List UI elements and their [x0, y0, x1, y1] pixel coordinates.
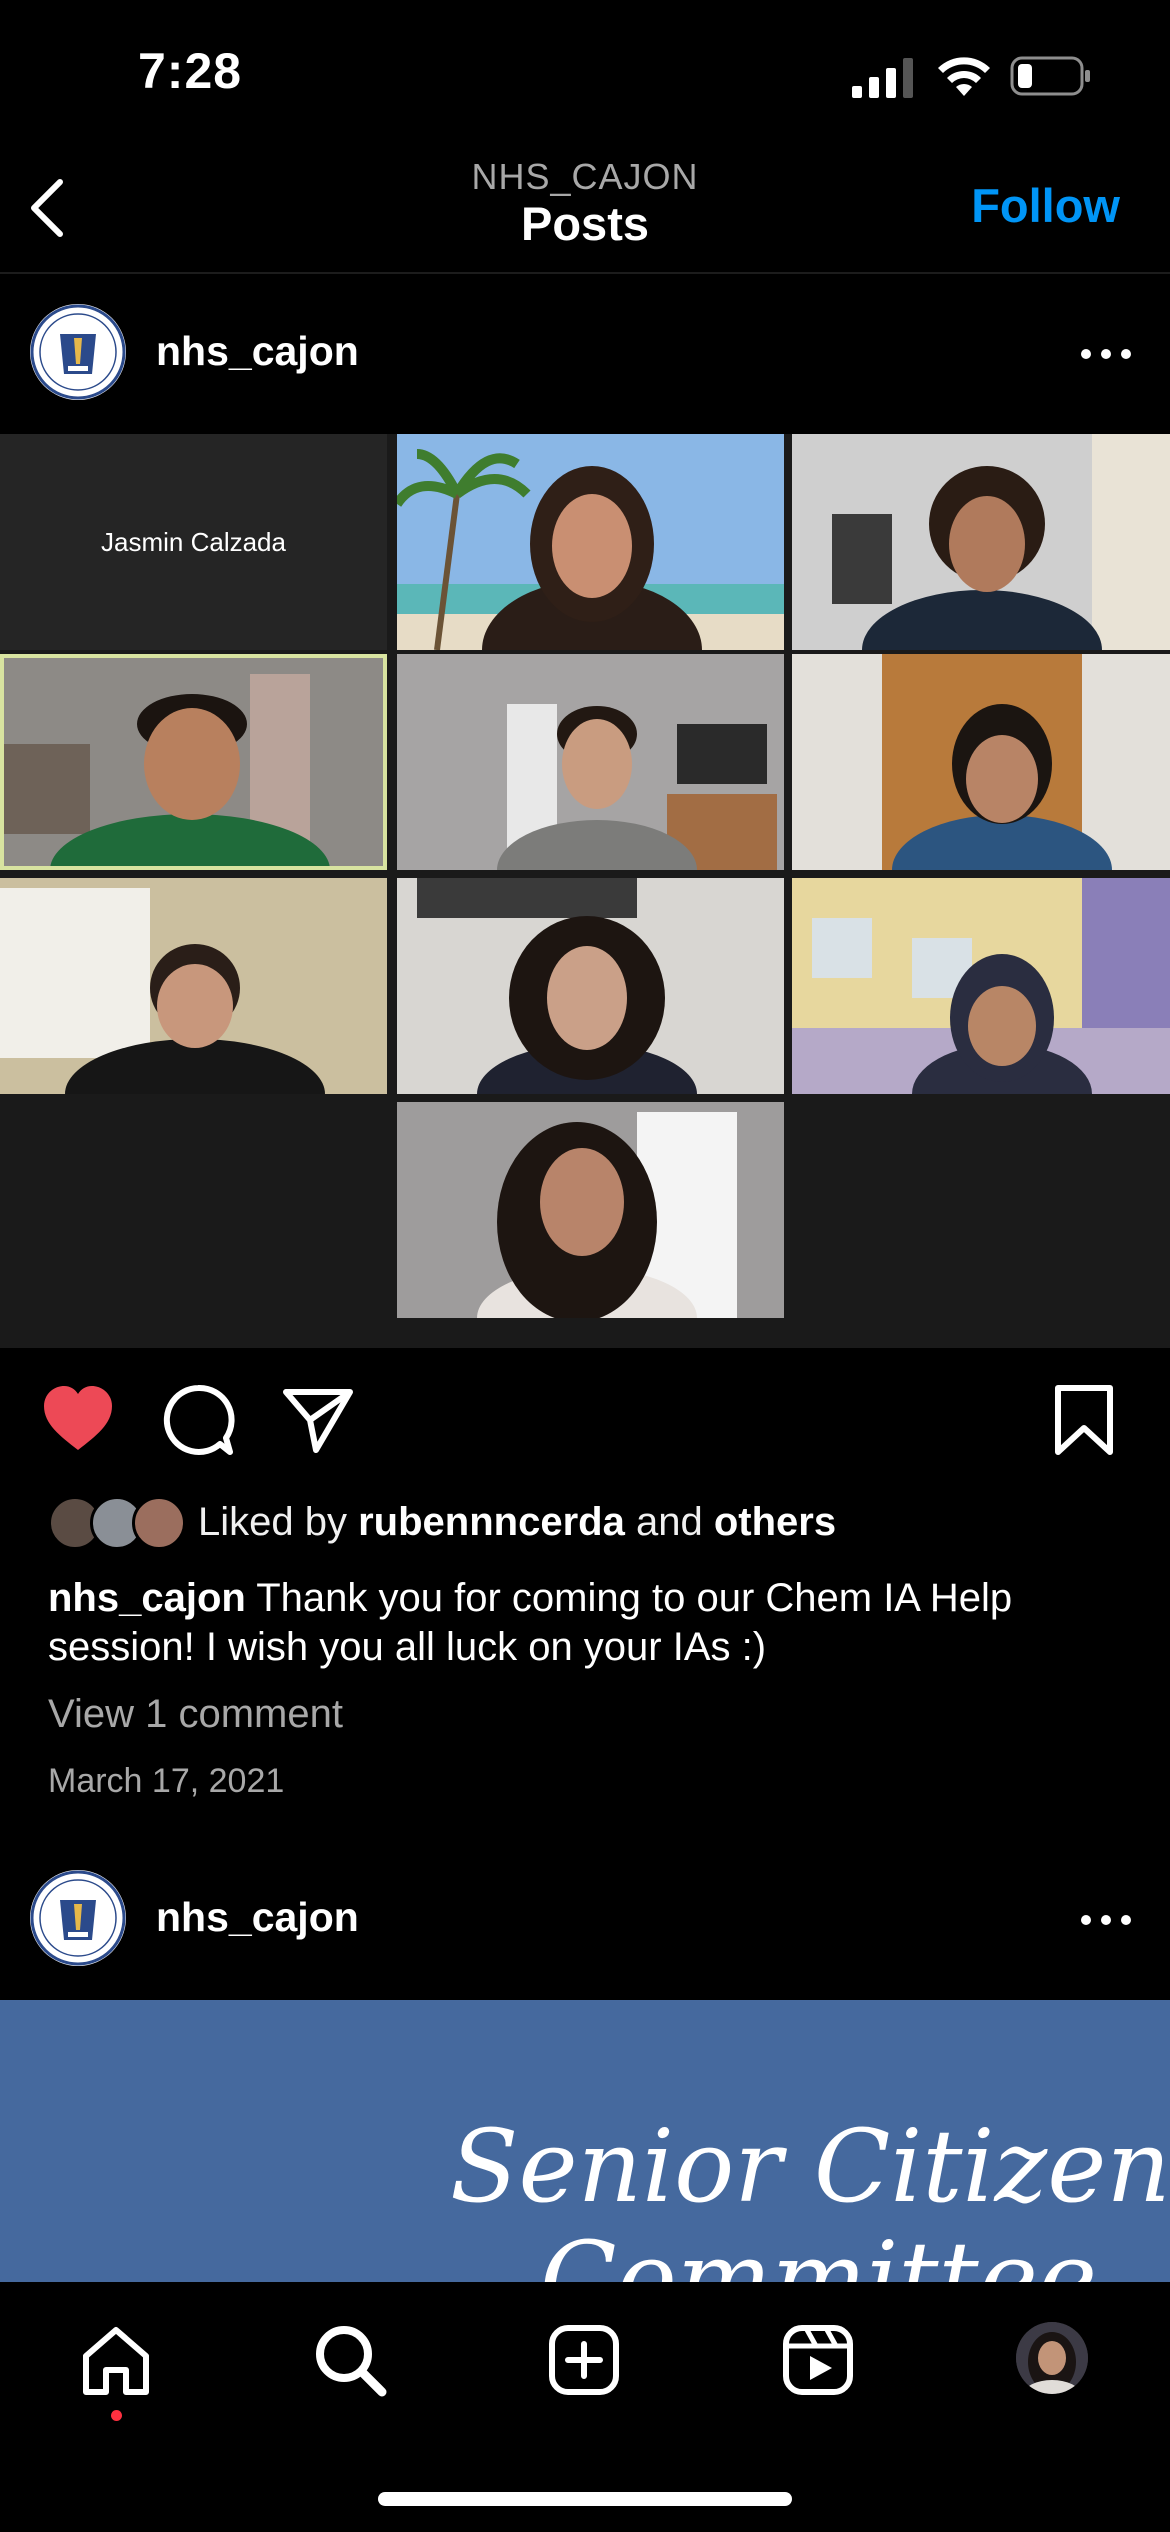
- battery-icon: [1010, 56, 1090, 96]
- reels-icon[interactable]: [780, 2322, 856, 2398]
- zoom-participant-name: Jasmin Calzada: [101, 526, 286, 557]
- zoom-tile-participant: [0, 878, 387, 1094]
- view-comments-link[interactable]: View 1 comment: [48, 1692, 343, 1737]
- post-author-avatar[interactable]: [30, 1870, 126, 1966]
- zoom-tile-participant: [397, 878, 784, 1094]
- post-caption: nhs_cajon Thank you for coming to our Ch…: [48, 1574, 1128, 1672]
- create-post-icon[interactable]: [546, 2322, 622, 2398]
- bookmark-icon[interactable]: [1046, 1382, 1122, 1458]
- post-image-banner[interactable]: Senior Citizen Committee: [0, 2000, 1170, 2282]
- zoom-tile-participant: [397, 1102, 784, 1318]
- zoom-tile-participant: [397, 654, 784, 870]
- liked-prefix: Liked by: [198, 1500, 347, 1544]
- follow-button[interactable]: Follow: [971, 178, 1120, 233]
- likes-summary[interactable]: Liked by rubennncerda and others: [198, 1500, 836, 1545]
- liker-avatar: [132, 1496, 186, 1550]
- zoom-tile-active-speaker: [0, 654, 387, 870]
- post-username[interactable]: nhs_cajon: [156, 328, 359, 375]
- header-divider: [0, 272, 1170, 274]
- profile-photo: [1016, 2322, 1088, 2394]
- more-options-icon[interactable]: [1076, 344, 1136, 364]
- post-date: March 17, 2021: [48, 1762, 285, 1800]
- profile-avatar[interactable]: [1016, 2322, 1088, 2394]
- post-author-avatar[interactable]: [30, 304, 126, 400]
- share-icon[interactable]: [280, 1382, 356, 1458]
- liked-and: and: [635, 1500, 703, 1544]
- search-icon[interactable]: [312, 2322, 388, 2398]
- wifi-icon: [938, 57, 990, 96]
- post-image-zoom-grid[interactable]: Jasmin Calzada: [0, 434, 1170, 1348]
- notification-dot: [111, 2410, 122, 2421]
- liked-others[interactable]: others: [714, 1500, 836, 1544]
- comment-icon[interactable]: [160, 1382, 236, 1458]
- liked-username[interactable]: rubennncerda: [358, 1500, 625, 1544]
- zoom-tile-participant: [792, 878, 1170, 1094]
- zoom-tile-participant: [397, 434, 784, 650]
- zoom-tile-name-only: Jasmin Calzada: [0, 434, 387, 650]
- heart-icon[interactable]: [40, 1382, 116, 1458]
- caption-username[interactable]: nhs_cajon: [48, 1576, 246, 1620]
- status-time: 7:28: [138, 43, 243, 99]
- cellular-signal-icon: [852, 58, 913, 98]
- zoom-tile-participant: [792, 654, 1170, 870]
- home-indicator: [378, 2492, 792, 2506]
- liker-avatars[interactable]: [48, 1496, 188, 1552]
- post-username[interactable]: nhs_cajon: [156, 1894, 359, 1941]
- zoom-tile-participant: [792, 434, 1170, 650]
- banner-text-line2: Committee: [540, 2220, 1098, 2282]
- nhs-logo-icon: [30, 1870, 126, 1966]
- home-icon[interactable]: [78, 2322, 154, 2398]
- nhs-logo-icon: [30, 304, 126, 400]
- more-options-icon[interactable]: [1076, 1910, 1136, 1930]
- banner-text-line1: Senior Citizen: [450, 2108, 1170, 2225]
